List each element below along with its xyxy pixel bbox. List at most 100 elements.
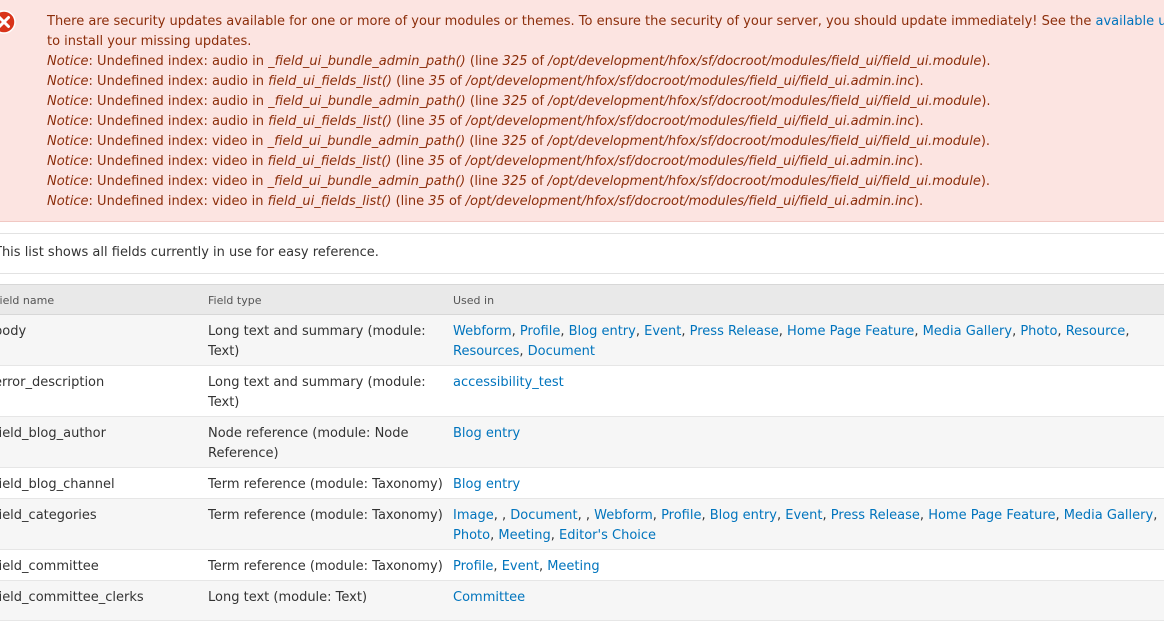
notice-text: : Undefined index: audio in — [88, 54, 269, 69]
notice-text: (line — [391, 154, 429, 169]
bundle-link[interactable]: Photo — [1020, 324, 1057, 339]
table-row: field_categories Term reference (module: … — [0, 499, 1164, 550]
bundle-link[interactable]: Photo — [453, 528, 490, 543]
bundle-link[interactable]: Media Gallery — [923, 324, 1012, 339]
separator: , — [919, 508, 929, 523]
notice-text: of — [526, 174, 548, 189]
used-in-cell: Blog entry — [453, 424, 1164, 444]
bundle-link[interactable]: Blog entry — [453, 426, 520, 441]
separator: , — [635, 324, 645, 339]
table-row: error_description Long text and summary (… — [0, 366, 1164, 417]
notice-label: Notice — [47, 74, 89, 89]
header-used-in: Used in — [453, 294, 495, 307]
notice-text: : Undefined index: audio in — [88, 114, 269, 129]
notice-line: Notice: Undefined index: audio in _field… — [47, 52, 1164, 72]
notice-line: Notice: Undefined index: video in field_… — [47, 152, 1164, 172]
notice-function: field_ui_fields_list() — [268, 114, 392, 129]
notice-path: /opt/development/hfox/sf/docroot/modules… — [548, 54, 982, 69]
notice-line-number: 35 — [428, 154, 445, 169]
used-in-cell: accessibility_test — [453, 373, 1164, 393]
field-type-cell: Term reference (module: Taxonomy) — [208, 508, 443, 523]
separator: , — [652, 508, 662, 523]
field-type-cell: Term reference (module: Taxonomy) — [208, 559, 443, 574]
notice-label: Notice — [47, 194, 89, 209]
notice-text: : Undefined index: audio in — [88, 94, 269, 109]
notice-text: (line — [465, 134, 503, 149]
notice-function: _field_ui_bundle_admin_path() — [267, 174, 466, 189]
bundle-link[interactable]: Resource — [1066, 324, 1126, 339]
bundle-link[interactable]: Image — [453, 508, 494, 523]
bundle-link[interactable]: Event — [644, 324, 681, 339]
notice-path: /opt/development/hfox/sf/docroot/modules… — [547, 174, 981, 189]
security-update-message: There are security updates available for… — [47, 12, 1164, 32]
notice-line-number: 325 — [502, 54, 528, 69]
separator: , — [538, 559, 548, 574]
header-field-name[interactable]: Field name — [0, 294, 54, 307]
notice-text: ). — [914, 114, 924, 129]
separator: , — [1153, 508, 1158, 523]
table-row: field_committee_clerks Long text (module:… — [0, 581, 1164, 621]
notice-function: _field_ui_bundle_admin_path() — [268, 54, 466, 69]
bundle-link[interactable]: Meeting — [498, 528, 550, 543]
divider — [0, 233, 1164, 234]
bundle-link[interactable]: Profile — [661, 508, 701, 523]
available-updates-link[interactable]: available updates — [1095, 14, 1164, 29]
notice-text: (line — [465, 54, 503, 69]
notice-text: : Undefined index: audio in — [88, 74, 269, 89]
notice-label: Notice — [47, 174, 89, 189]
field-type-cell: Node reference (module: Node Reference) — [208, 426, 409, 461]
field-name-cell: field_blog_channel — [0, 477, 115, 492]
notice-text: : Undefined index: video in — [88, 134, 268, 149]
bundle-link[interactable]: Committee — [453, 590, 525, 605]
security-update-message-cont: to install your missing updates. — [47, 34, 252, 49]
notice-text: : Undefined index: video in — [88, 154, 268, 169]
field-name-cell: body — [0, 324, 27, 339]
notice-text: ). — [913, 154, 924, 169]
notice-text: ). — [914, 74, 924, 89]
bundle-link[interactable]: Press Release — [831, 508, 920, 523]
field-type-cell: Long text and summary (module: Text) — [208, 324, 426, 359]
field-name-cell: error_description — [0, 375, 105, 390]
bundle-link[interactable]: Profile — [453, 559, 493, 574]
bundle-link[interactable]: Media Gallery — [1064, 508, 1153, 523]
bundle-link[interactable]: Profile — [520, 324, 560, 339]
notice-text: of — [526, 134, 548, 149]
separator: , — [511, 324, 520, 339]
separator: , — [914, 324, 923, 339]
bundle-link[interactable]: Webform — [453, 324, 512, 339]
notice-path: /opt/development/hfox/sf/docroot/modules… — [465, 194, 914, 209]
bundle-link[interactable]: Meeting — [547, 559, 599, 574]
bundle-link[interactable]: Home Page Feature — [928, 508, 1055, 523]
field-type-cell: Term reference (module: Taxonomy) — [208, 477, 443, 492]
separator: , — [560, 324, 569, 339]
bundle-link[interactable]: Event — [502, 559, 539, 574]
separator: , — [822, 508, 831, 523]
notice-text: (line — [391, 194, 429, 209]
notice-line: Notice: Undefined index: audio in field_… — [47, 112, 1164, 132]
bundle-link[interactable]: Blog entry — [453, 477, 520, 492]
bundle-link[interactable]: Document — [510, 508, 577, 523]
bundle-link[interactable]: Resources — [453, 344, 519, 359]
notice-path: /opt/development/hfox/sf/docroot/modules… — [466, 74, 915, 89]
notice-line-number: 325 — [502, 134, 527, 149]
used-in-cell: Blog entry — [453, 475, 1164, 495]
bundle-link[interactable]: Press Release — [690, 324, 779, 339]
divider — [0, 273, 1164, 274]
separator: , — [1055, 508, 1064, 523]
bundle-link[interactable]: Home Page Feature — [787, 324, 914, 339]
bundle-link[interactable]: Event — [785, 508, 822, 523]
notice-line: Notice: Undefined index: video in field_… — [47, 192, 1164, 212]
bundle-link[interactable]: Webform — [594, 508, 653, 523]
bundle-link[interactable]: Blog entry — [710, 508, 777, 523]
table-header: Field name Field type Used in — [0, 284, 1164, 315]
bundle-link[interactable]: accessibility_test — [453, 375, 564, 390]
bundle-link[interactable]: Editor's Choice — [559, 528, 656, 543]
bundle-link[interactable]: Blog entry — [569, 324, 636, 339]
used-in-cell: Webform, Profile, Blog entry, Event, Pre… — [453, 322, 1164, 362]
notice-function: _field_ui_bundle_admin_path() — [268, 94, 466, 109]
notice-text: (line — [391, 114, 429, 129]
table-row: field_blog_channel Term reference (module… — [0, 468, 1164, 499]
notice-text: (line — [465, 174, 503, 189]
notice-text: (line — [465, 94, 503, 109]
bundle-link[interactable]: Document — [528, 344, 595, 359]
